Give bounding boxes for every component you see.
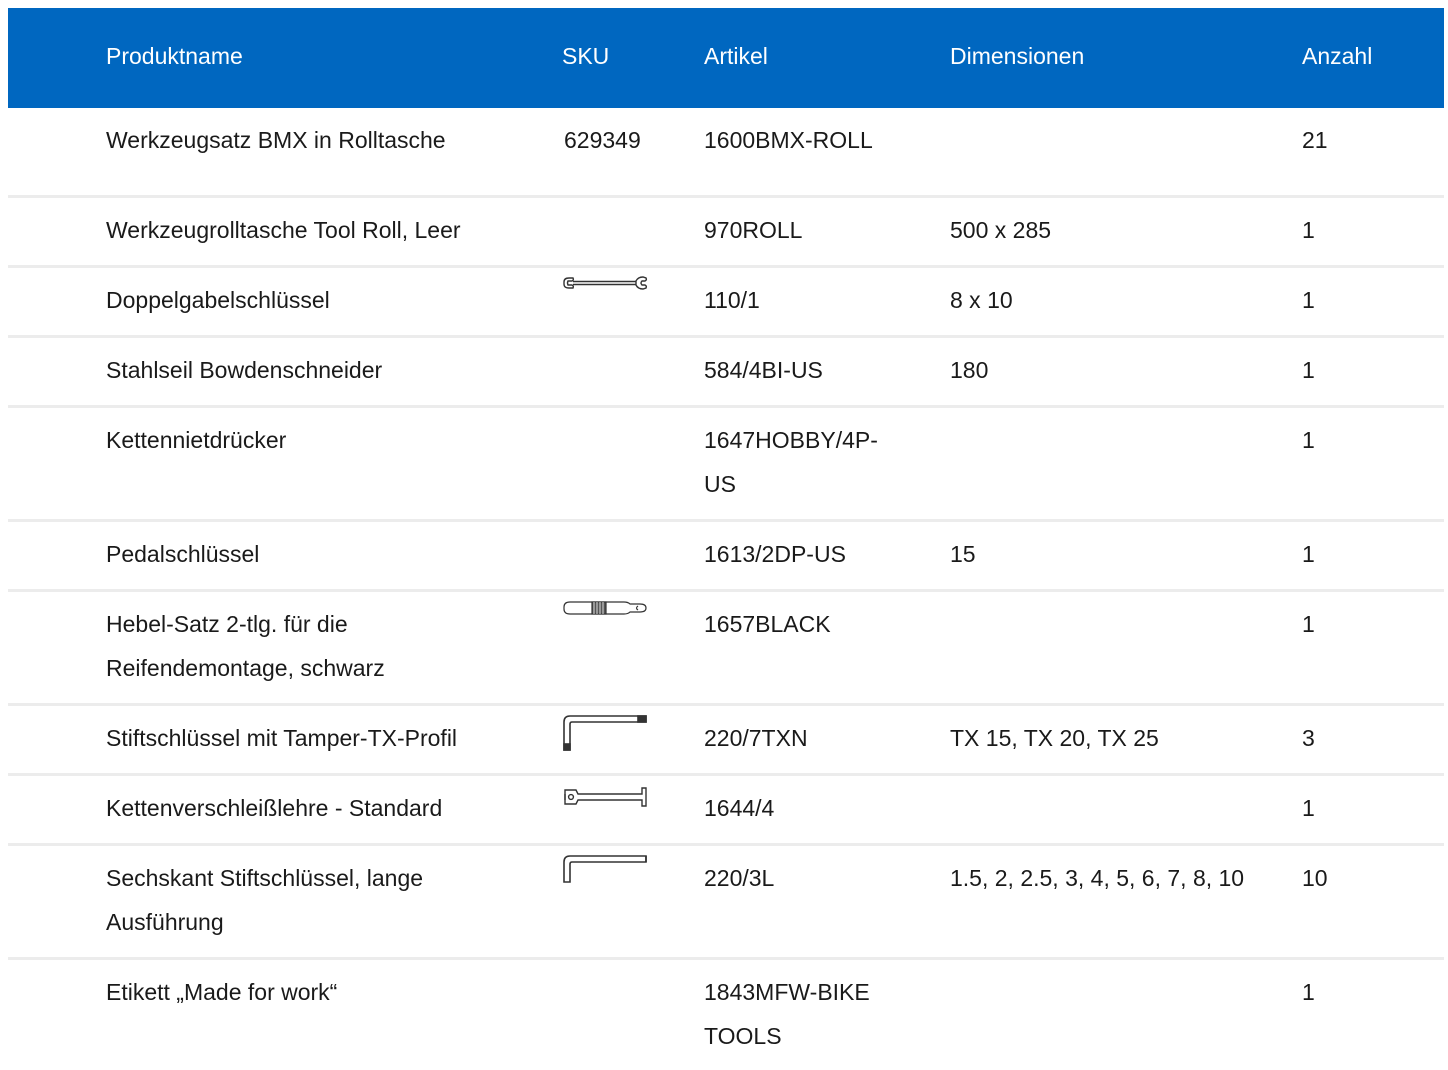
table-row: Kettennietdrücker 1647HOBBY/4P-US 1 bbox=[8, 408, 1444, 522]
article-number: 1644/4 bbox=[704, 795, 775, 821]
product-name: Stahlseil Bowdenschneider bbox=[106, 357, 383, 383]
double-open-end-wrench-icon bbox=[563, 276, 648, 290]
quantity-value: 3 bbox=[1302, 725, 1315, 751]
table-row: Hebel-Satz 2-tlg. für die Reifendemontag… bbox=[8, 592, 1444, 706]
product-name: Werkzeugsatz BMX in Rolltasche bbox=[106, 127, 446, 153]
torx-key-icon bbox=[563, 715, 647, 751]
quantity-value: 10 bbox=[1302, 865, 1328, 891]
table-row: Werkzeugrolltasche Tool Roll, Leer 970RO… bbox=[8, 198, 1444, 268]
quantity-value: 21 bbox=[1302, 127, 1328, 153]
product-name: Pedalschlüssel bbox=[106, 541, 260, 567]
product-name: Kettennietdrücker bbox=[106, 427, 287, 453]
dimensions-value: 180 bbox=[950, 357, 989, 383]
tire-lever-icon bbox=[563, 601, 647, 615]
quantity-value: 1 bbox=[1302, 979, 1315, 1005]
dimensions-value: 1.5, 2, 2.5, 3, 4, 5, 6, 7, 8, 10 bbox=[950, 865, 1245, 891]
header-dimensionen: Dimensionen bbox=[950, 43, 1085, 69]
chain-wear-gauge-icon bbox=[564, 787, 647, 807]
article-number: 1613/2DP-US bbox=[704, 541, 846, 567]
header-artikel: Artikel bbox=[704, 43, 768, 69]
table-row: Stiftschlüssel mit Tamper-TX-Profil 220/… bbox=[8, 706, 1444, 776]
product-name: Werkzeugrolltasche Tool Roll, Leer bbox=[106, 217, 461, 243]
hex-key-icon bbox=[563, 855, 647, 883]
sku-value: 629349 bbox=[564, 127, 641, 153]
dimensions-value: 15 bbox=[950, 541, 976, 567]
quantity-value: 1 bbox=[1302, 427, 1315, 453]
product-name: Etikett „Made for work“ bbox=[106, 979, 338, 1005]
product-name: Doppelgabelschlüssel bbox=[106, 287, 330, 313]
article-number: 110/1 bbox=[704, 287, 760, 313]
table-row: Stahlseil Bowdenschneider 584/4BI-US 180… bbox=[8, 338, 1444, 408]
article-number: 1843MFW-BIKE TOOLS bbox=[704, 979, 870, 1049]
article-number: 220/7TXN bbox=[704, 725, 808, 751]
table-row: Pedalschlüssel 1613/2DP-US 15 1 bbox=[8, 522, 1444, 592]
dimensions-value: 500 x 285 bbox=[950, 217, 1052, 243]
article-number: 1600BMX-ROLL bbox=[704, 127, 873, 153]
quantity-value: 1 bbox=[1302, 287, 1315, 313]
quantity-value: 1 bbox=[1302, 795, 1315, 821]
header-produktname: Produktname bbox=[106, 43, 243, 69]
product-name: Stiftschlüssel mit Tamper-TX-Profil bbox=[106, 725, 458, 751]
article-number: 220/3L bbox=[704, 865, 775, 891]
table-row: Doppelgabelschlüssel 110/1 8 x 10 1 bbox=[8, 268, 1444, 338]
article-number: 1657BLACK bbox=[704, 611, 831, 637]
article-number: 1647HOBBY/4P-US bbox=[704, 427, 878, 497]
table-header: Produktname SKU Artikel Dimensionen Anza… bbox=[8, 8, 1444, 108]
article-number: 584/4BI-US bbox=[704, 357, 823, 383]
dimensions-value: 8 x 10 bbox=[950, 287, 1013, 313]
parts-table: Produktname SKU Artikel Dimensionen Anza… bbox=[8, 8, 1444, 1070]
product-name: Kettenverschleißlehre - Standard bbox=[106, 795, 443, 821]
quantity-value: 1 bbox=[1302, 357, 1315, 383]
table-row: Kettenverschleißlehre - Standard 1644/4 … bbox=[8, 776, 1444, 846]
quantity-value: 1 bbox=[1302, 541, 1315, 567]
table-row: Sechskant Stiftschlüssel, lange Ausführu… bbox=[8, 846, 1444, 960]
product-name: Hebel-Satz 2-tlg. für die Reifendemontag… bbox=[106, 611, 385, 681]
dimensions-value: TX 15, TX 20, TX 25 bbox=[950, 725, 1159, 751]
quantity-value: 1 bbox=[1302, 217, 1315, 243]
article-number: 970ROLL bbox=[704, 217, 803, 243]
header-sku: SKU bbox=[562, 43, 610, 69]
header-anzahl: Anzahl bbox=[1302, 43, 1373, 69]
product-name: Sechskant Stiftschlüssel, lange Ausführu… bbox=[106, 865, 424, 935]
quantity-value: 1 bbox=[1302, 611, 1315, 637]
table-row: Etikett „Made for work“ 1843MFW-BIKE TOO… bbox=[8, 960, 1444, 1070]
table-row: Werkzeugsatz BMX in Rolltasche 629349 16… bbox=[8, 108, 1444, 198]
